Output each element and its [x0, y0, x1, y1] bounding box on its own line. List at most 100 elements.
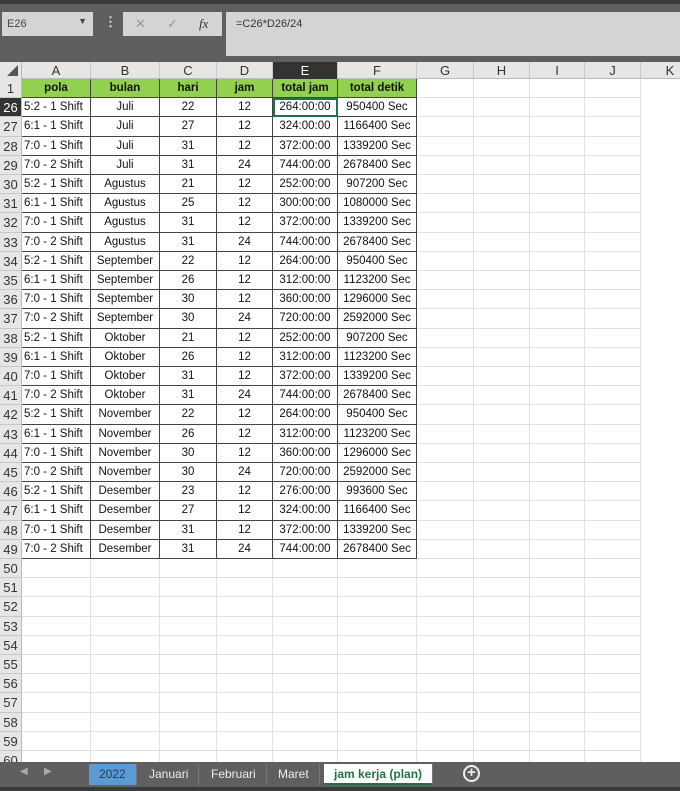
cell[interactable]: 7:0 - 2 Shift: [22, 309, 91, 329]
cell[interactable]: 31: [160, 136, 217, 156]
cell[interactable]: 7:0 - 2 Shift: [22, 463, 91, 483]
cell[interactable]: November: [91, 405, 160, 425]
cell[interactable]: [417, 328, 474, 348]
cell[interactable]: [585, 539, 641, 559]
cell[interactable]: [417, 232, 474, 252]
cell[interactable]: 1296000 Sec: [338, 443, 417, 463]
cell[interactable]: [273, 655, 338, 675]
cell[interactable]: 5:2 - 1 Shift: [22, 482, 91, 502]
cell[interactable]: [474, 328, 530, 348]
cell[interactable]: 24: [217, 386, 273, 406]
cell[interactable]: [273, 712, 338, 732]
cell[interactable]: 252:00:00: [273, 328, 338, 348]
cell[interactable]: [530, 751, 585, 762]
cell[interactable]: [160, 635, 217, 655]
cell[interactable]: [91, 635, 160, 655]
cell[interactable]: [217, 635, 273, 655]
cell[interactable]: [417, 367, 474, 387]
cell[interactable]: November: [91, 443, 160, 463]
cell[interactable]: [273, 674, 338, 694]
row-header[interactable]: 28: [0, 136, 22, 156]
cell[interactable]: [530, 405, 585, 425]
cell[interactable]: 12: [217, 347, 273, 367]
row-header[interactable]: 49: [0, 539, 22, 559]
cell[interactable]: 26: [160, 347, 217, 367]
cell[interactable]: [530, 175, 585, 195]
cell[interactable]: [530, 386, 585, 406]
cell[interactable]: 26: [160, 271, 217, 291]
cell[interactable]: [474, 443, 530, 463]
cell[interactable]: [530, 98, 585, 118]
tab-scroll-right-icon[interactable]: ▶: [44, 766, 52, 777]
cell[interactable]: [22, 578, 91, 598]
cell[interactable]: [417, 309, 474, 329]
cell[interactable]: 1339200 Sec: [338, 520, 417, 540]
cell[interactable]: [338, 712, 417, 732]
cell[interactable]: 372:00:00: [273, 367, 338, 387]
cell[interactable]: 12: [217, 482, 273, 502]
cell[interactable]: [530, 635, 585, 655]
cell[interactable]: [217, 578, 273, 598]
cell[interactable]: 25: [160, 194, 217, 214]
cell[interactable]: [530, 655, 585, 675]
cell[interactable]: 993600 Sec: [338, 482, 417, 502]
cell[interactable]: [585, 616, 641, 636]
cell[interactable]: 30: [160, 309, 217, 329]
cell[interactable]: [530, 712, 585, 732]
cell[interactable]: 12: [217, 175, 273, 195]
cell[interactable]: [530, 213, 585, 233]
header-cell[interactable]: [474, 79, 530, 99]
cell[interactable]: 31: [160, 520, 217, 540]
cell[interactable]: 5:2 - 1 Shift: [22, 175, 91, 195]
cell[interactable]: 1166400 Sec: [338, 501, 417, 521]
cell[interactable]: [160, 559, 217, 579]
cell[interactable]: [22, 597, 91, 617]
cell[interactable]: [585, 98, 641, 118]
column-header-H[interactable]: H: [474, 62, 530, 79]
column-header-J[interactable]: J: [585, 62, 641, 79]
cell[interactable]: 31: [160, 232, 217, 252]
cell[interactable]: [530, 232, 585, 252]
cell[interactable]: [474, 731, 530, 751]
cell[interactable]: 1080000 Sec: [338, 194, 417, 214]
cell[interactable]: [417, 539, 474, 559]
cell[interactable]: [338, 578, 417, 598]
cell[interactable]: [530, 367, 585, 387]
cell[interactable]: [217, 674, 273, 694]
cell[interactable]: [91, 712, 160, 732]
cell[interactable]: [530, 482, 585, 502]
row-header[interactable]: 55: [0, 655, 22, 675]
cell[interactable]: [530, 731, 585, 751]
cell[interactable]: 1166400 Sec: [338, 117, 417, 137]
sheet-tab[interactable]: Januari: [139, 764, 200, 785]
cell[interactable]: [417, 347, 474, 367]
cell[interactable]: 7:0 - 2 Shift: [22, 155, 91, 175]
cell[interactable]: 7:0 - 1 Shift: [22, 136, 91, 156]
cell[interactable]: 12: [217, 194, 273, 214]
cell[interactable]: [160, 578, 217, 598]
cell[interactable]: [22, 655, 91, 675]
row-header[interactable]: 26: [0, 98, 22, 118]
cell[interactable]: Agustus: [91, 213, 160, 233]
cell[interactable]: [530, 578, 585, 598]
cell[interactable]: [160, 597, 217, 617]
cell[interactable]: 372:00:00: [273, 136, 338, 156]
cell[interactable]: [585, 405, 641, 425]
cell[interactable]: 12: [217, 424, 273, 444]
cell[interactable]: Juli: [91, 98, 160, 118]
cell[interactable]: 24: [217, 155, 273, 175]
cell[interactable]: [338, 693, 417, 713]
cell[interactable]: [585, 693, 641, 713]
cell[interactable]: Agustus: [91, 194, 160, 214]
cell[interactable]: [585, 501, 641, 521]
cell[interactable]: [530, 674, 585, 694]
column-header-C[interactable]: C: [160, 62, 217, 79]
cell[interactable]: 12: [217, 367, 273, 387]
cell[interactable]: [474, 674, 530, 694]
cell[interactable]: [338, 597, 417, 617]
row-header[interactable]: 31: [0, 194, 22, 214]
cell[interactable]: [417, 251, 474, 271]
cell[interactable]: [217, 559, 273, 579]
cell[interactable]: November: [91, 463, 160, 483]
cell[interactable]: [273, 751, 338, 762]
